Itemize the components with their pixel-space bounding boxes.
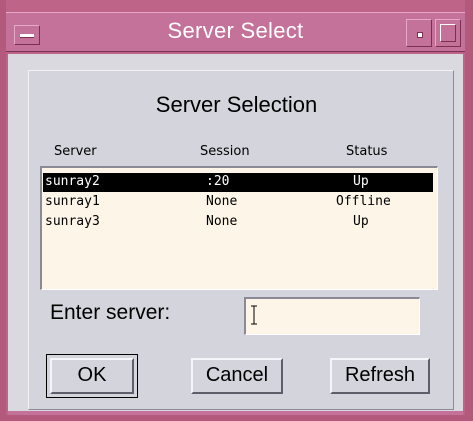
enter-server-label: Enter server: xyxy=(50,301,171,324)
ok-button[interactable]: OK xyxy=(50,358,134,394)
title-bar[interactable]: Server Select xyxy=(6,12,465,52)
server-status: Up xyxy=(353,214,369,229)
server-name: sunray1 xyxy=(45,194,100,209)
text-cursor-icon xyxy=(251,305,257,325)
dialog-heading: Server Selection xyxy=(155,92,318,117)
server-row-sunray3[interactable]: sunray3 None Up xyxy=(43,213,433,232)
server-session: None xyxy=(206,194,238,209)
cancel-button[interactable]: Cancel xyxy=(191,358,283,394)
server-status: Offline xyxy=(336,194,391,209)
enter-server-input[interactable] xyxy=(244,297,420,335)
server-row-sunray1[interactable]: sunray1 None Offline xyxy=(43,193,433,212)
server-session: :20 xyxy=(206,174,230,189)
refresh-button[interactable]: Refresh xyxy=(330,358,430,394)
server-list[interactable]: sunray2 :20 Up sunray1 None Offline sunr… xyxy=(40,166,438,290)
minimize-button[interactable] xyxy=(406,19,432,47)
window-title: Server Select xyxy=(167,18,304,43)
server-name: sunray3 xyxy=(45,214,100,229)
server-session: None xyxy=(206,214,238,229)
server-name: sunray2 xyxy=(45,174,100,189)
column-header-status: Status xyxy=(346,144,388,159)
maximize-button[interactable] xyxy=(435,19,461,47)
server-row-sunray2[interactable]: sunray2 :20 Up xyxy=(43,173,433,192)
window-bottom-border xyxy=(8,411,463,415)
column-header-session: Session xyxy=(200,144,250,159)
maximize-icon xyxy=(440,24,456,42)
server-status: Up xyxy=(353,174,369,189)
minimize-icon xyxy=(417,32,423,38)
column-header-server: Server xyxy=(54,144,97,159)
